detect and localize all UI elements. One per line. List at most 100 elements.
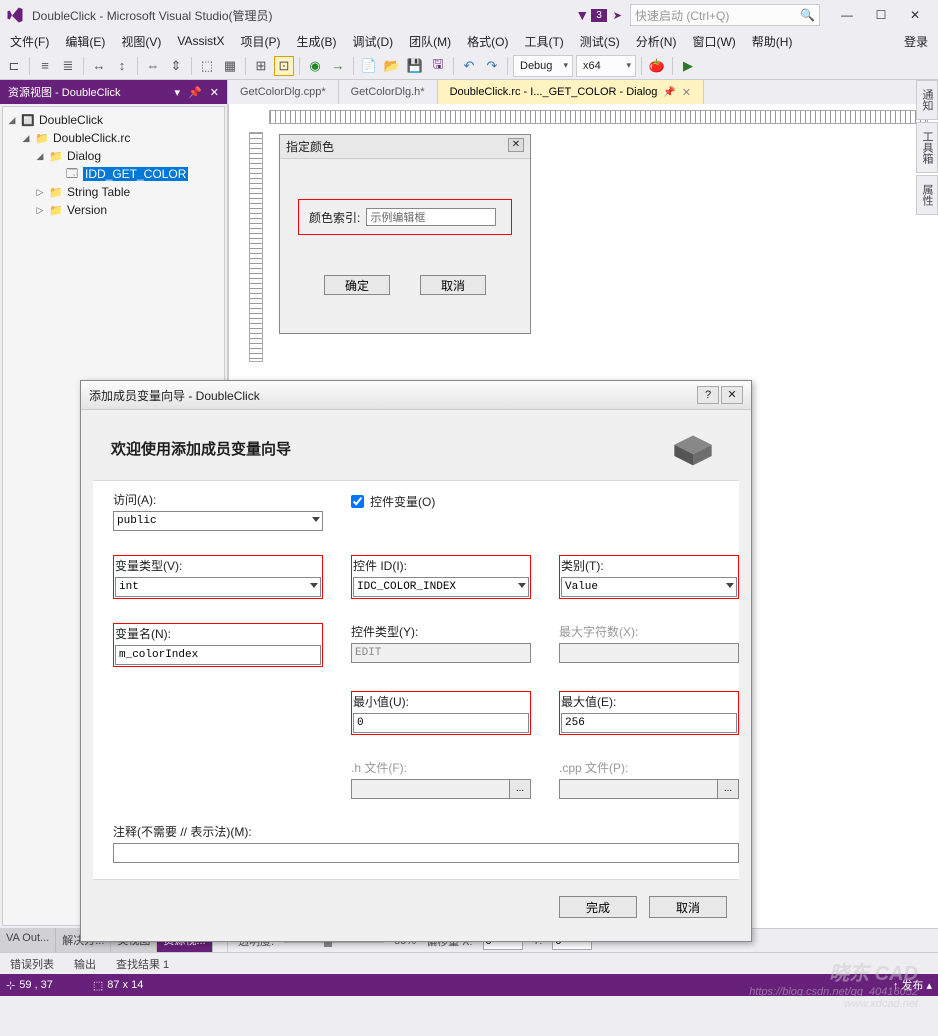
sample-edit[interactable]: 示例编辑框 — [366, 208, 496, 226]
vtab-notifications[interactable]: 通知 — [916, 80, 938, 120]
min-label: 最小值(U): — [353, 693, 529, 710]
rc-folder-icon: 📁 — [35, 131, 49, 145]
quick-launch-input[interactable]: 快速启动 (Ctrl+Q) 🔍 — [630, 4, 820, 26]
panel-pin-icon[interactable]: 📌 — [188, 86, 202, 99]
menu-window[interactable]: 窗口(W) — [684, 31, 743, 52]
tree-dialog-folder[interactable]: ◢📁 Dialog — [3, 147, 224, 165]
vs-logo-icon — [6, 6, 24, 24]
tb-nav-fwd-icon[interactable]: → — [328, 56, 348, 76]
tree-rc[interactable]: ◢📁 DoubleClick.rc — [3, 129, 224, 147]
tab-errorlist[interactable]: 错误列表 — [0, 953, 64, 975]
close-icon[interactable]: ✕ — [682, 86, 691, 99]
tb-space1-icon[interactable]: ↔ — [89, 56, 109, 76]
menu-edit[interactable]: 编辑(E) — [57, 31, 113, 52]
tb-new-icon[interactable]: 📄 — [359, 56, 379, 76]
wizard-heading: 欢迎使用添加成员变量向导 — [111, 438, 291, 459]
tb-start-icon[interactable]: ▶ — [678, 56, 698, 76]
menu-help[interactable]: 帮助(H) — [744, 31, 801, 52]
cppfile-browse-button[interactable]: ... — [717, 779, 739, 799]
control-variable-checkbox[interactable] — [351, 495, 364, 508]
tb-align-left-icon[interactable]: ⊏ — [4, 56, 24, 76]
main-toolbar: ⊏ ≡ ≣ ↔ ↕ ⇔ ⇕ ⬚ ▦ ⊞ ⊡ ◉ → 📄 📂 💾 🖫 ↶ ↷ De… — [0, 52, 938, 80]
config-combo[interactable]: Debug — [513, 55, 573, 77]
dialog-mock[interactable]: 指定颜色 ✕ 颜色索引: 示例编辑框 确定 取消 — [279, 134, 531, 334]
menu-test[interactable]: 测试(S) — [572, 31, 628, 52]
comment-label: 注释(不需要 // 表示法)(M): — [113, 823, 739, 840]
status-pos: ⊹ 59 , 37 — [6, 979, 53, 992]
menu-tools[interactable]: 工具(T) — [516, 31, 571, 52]
tb-nav-back-icon[interactable]: ◉ — [305, 56, 325, 76]
doc-tab-rc[interactable]: DoubleClick.rc - I..._GET_COLOR - Dialog… — [438, 80, 705, 104]
finish-button[interactable]: 完成 — [559, 896, 637, 918]
max-label: 最大值(E): — [561, 693, 737, 710]
wizard-cancel-button[interactable]: 取消 — [649, 896, 727, 918]
tb-align2-icon[interactable]: ≣ — [58, 56, 78, 76]
doc-tab-cpp[interactable]: GetColorDlg.cpp* — [228, 80, 339, 104]
tb-space2-icon[interactable]: ↕ — [112, 56, 132, 76]
tab-vaoutline[interactable]: VA Out... — [0, 928, 56, 952]
vtab-properties[interactable]: 属性 — [916, 175, 938, 215]
menu-vassistx[interactable]: VAssistX — [169, 32, 232, 50]
close-button[interactable]: ✕ — [898, 3, 932, 27]
tree-version[interactable]: ▷📁 Version — [3, 201, 224, 219]
var-name-input[interactable] — [115, 645, 321, 665]
panel-close-icon[interactable]: ✕ — [210, 86, 219, 99]
doc-tab-h[interactable]: GetColorDlg.h* — [339, 80, 438, 104]
control-variable-label: 控件变量(O) — [370, 493, 435, 510]
pin-icon[interactable]: 📌 — [663, 87, 675, 98]
vtab-toolbox[interactable]: 工具箱 — [916, 122, 938, 173]
tb-center-h-icon[interactable]: ⇔ — [143, 56, 163, 76]
menu-build[interactable]: 生成(B) — [288, 31, 344, 52]
tb-snap-icon[interactable]: ▦ — [220, 56, 240, 76]
ctrl-id-select[interactable] — [353, 577, 529, 597]
ok-button[interactable]: 确定 — [324, 275, 390, 295]
maximize-button[interactable]: ☐ — [864, 3, 898, 27]
tb-saveall-icon[interactable]: 🖫 — [428, 56, 448, 76]
min-input[interactable] — [353, 713, 529, 733]
tree-stringtable[interactable]: ▷📁 String Table — [3, 183, 224, 201]
menu-debug[interactable]: 调试(D) — [344, 31, 401, 52]
notification-badge[interactable]: 3 — [591, 9, 607, 22]
tb-undo-icon[interactable]: ↶ — [459, 56, 479, 76]
tb-align1-icon[interactable]: ≡ — [35, 56, 55, 76]
var-type-select[interactable] — [115, 577, 321, 597]
menu-file[interactable]: 文件(F) — [2, 31, 57, 52]
tree-dialog-item[interactable]: 🗔 IDD_GET_COLOR — [3, 165, 224, 183]
hfile-browse-button[interactable]: ... — [509, 779, 531, 799]
menu-analyze[interactable]: 分析(N) — [628, 31, 685, 52]
minimize-button[interactable]: — — [830, 3, 864, 27]
wizard-close-button[interactable]: ✕ — [721, 386, 743, 404]
tab-findresults[interactable]: 查找结果 1 — [106, 953, 179, 975]
tb-grid-icon[interactable]: ⊞ — [251, 56, 271, 76]
wizard-help-button[interactable]: ? — [697, 386, 719, 404]
ctrl-type-input — [351, 643, 531, 663]
access-select[interactable] — [113, 511, 323, 531]
wizard-titlebar: 添加成员变量向导 - DoubleClick ? ✕ — [81, 381, 751, 410]
platform-combo[interactable]: x64 — [576, 55, 636, 77]
menu-view[interactable]: 视图(V) — [113, 31, 169, 52]
max-input[interactable] — [561, 713, 737, 733]
tb-va-icon[interactable]: 🍅 — [647, 56, 667, 76]
color-index-label: 颜色索引: — [309, 209, 360, 226]
tb-redo-icon[interactable]: ↷ — [482, 56, 502, 76]
tb-guide-icon[interactable]: ⊡ — [274, 56, 294, 76]
menu-signin[interactable]: 登录 — [896, 31, 936, 52]
category-select[interactable] — [561, 577, 737, 597]
notification-flag-icon[interactable]: ▼ — [575, 7, 589, 23]
feedback-icon[interactable]: ➤ — [613, 9, 622, 22]
tb-open-icon[interactable]: 📂 — [382, 56, 402, 76]
comment-input[interactable] — [113, 843, 739, 863]
dialog-mock-close-icon[interactable]: ✕ — [508, 138, 524, 152]
tb-size-icon[interactable]: ⬚ — [197, 56, 217, 76]
menu-team[interactable]: 团队(M) — [401, 31, 459, 52]
menu-format[interactable]: 格式(O) — [459, 31, 516, 52]
tree-project[interactable]: ◢🔲 DoubleClick — [3, 111, 224, 129]
panel-dropdown-icon[interactable]: ▾ — [175, 86, 181, 99]
tb-save-icon[interactable]: 💾 — [405, 56, 425, 76]
document-tabs: GetColorDlg.cpp* GetColorDlg.h* DoubleCl… — [228, 80, 938, 104]
tb-center-v-icon[interactable]: ⇕ — [166, 56, 186, 76]
menu-project[interactable]: 项目(P) — [232, 31, 288, 52]
wizard-title: 添加成员变量向导 - DoubleClick — [89, 387, 260, 404]
cancel-button[interactable]: 取消 — [420, 275, 486, 295]
tab-output[interactable]: 输出 — [64, 953, 106, 975]
